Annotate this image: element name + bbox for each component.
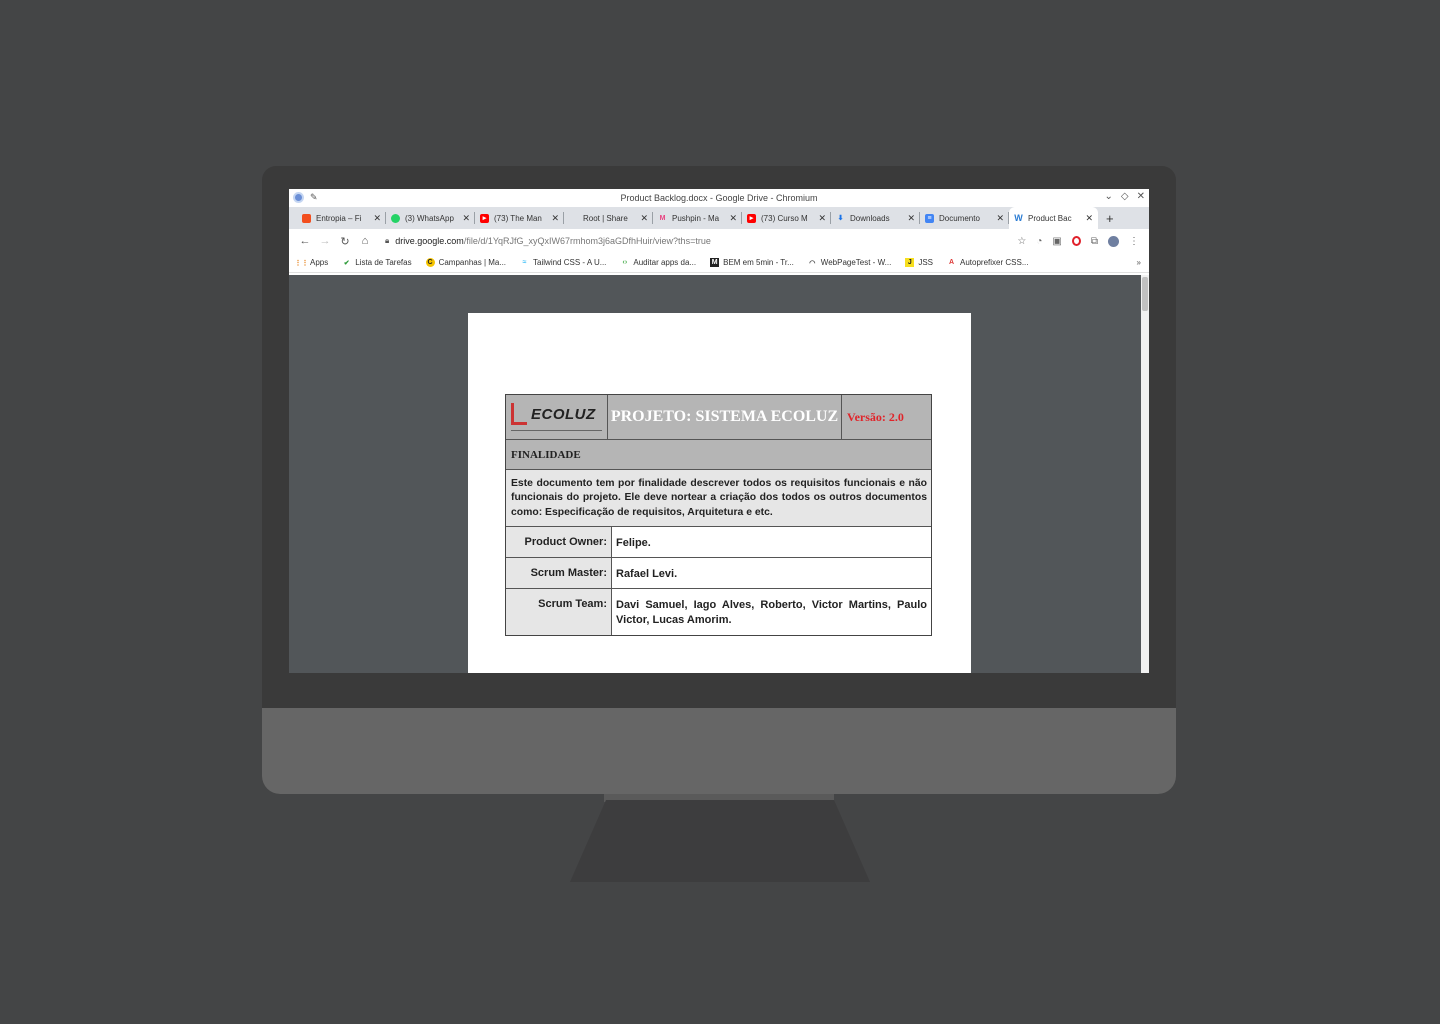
bookmark-autoprefixer[interactable]: A Autoprefixer CSS... — [947, 258, 1029, 267]
url-host: drive.google.com — [395, 236, 464, 246]
pushpin-icon: M — [659, 214, 666, 222]
gauge-icon: ◠ — [809, 259, 816, 267]
bookmark-webpagetest[interactable]: ◠ WebPageTest - W... — [808, 258, 891, 267]
reload-icon[interactable]: ↻ — [335, 235, 355, 248]
opera-icon[interactable] — [1071, 236, 1081, 246]
jss-icon: J — [905, 258, 915, 267]
tab-downloads[interactable]: ⬇ Downloads ✕ — [831, 207, 920, 229]
blank-icon — [569, 214, 578, 223]
monitor-stand-base — [570, 800, 870, 882]
bookmark-bem[interactable]: M BEM em 5min - Tr... — [710, 258, 794, 267]
download-icon: ⬇ — [837, 215, 844, 222]
bookmark-campanhas[interactable]: C Campanhas | Ma... — [425, 258, 506, 267]
field-row-scrum-team: Scrum Team: Davi Samuel, Iago Alves, Rob… — [506, 589, 931, 636]
check-icon: ✔ — [343, 259, 350, 267]
new-tab-button[interactable]: + — [1098, 207, 1122, 229]
project-title: PROJETO: SISTEMA ECOLUZ — [608, 395, 842, 439]
close-tab-icon[interactable]: ✕ — [462, 213, 470, 224]
field-value: Davi Samuel, Iago Alves, Roberto, Victor… — [616, 599, 927, 626]
youtube-icon: ▸ — [480, 213, 489, 223]
header-row: ECOLUZ PROJETO: SISTEMA ECOLUZ Versão: 2… — [506, 395, 931, 440]
apps-grid-icon: ⋮⋮ — [294, 259, 309, 267]
tailwind-icon: ≈ — [522, 259, 527, 266]
monitor-chin — [262, 708, 1176, 794]
tab-product-backlog[interactable]: W Product Bac ✕ — [1009, 207, 1098, 229]
docs-icon: ≡ — [925, 213, 934, 223]
close-tab-icon[interactable]: ✕ — [551, 213, 559, 224]
close-tab-icon[interactable]: ✕ — [818, 213, 826, 224]
close-window-icon[interactable]: ✕ — [1137, 191, 1145, 202]
description-text: Este documento tem por finalidade descre… — [506, 470, 931, 528]
lock-icon[interactable]: 🔒︎ — [385, 236, 389, 246]
tab-strip: Entropia – Fi ✕ (3) WhatsApp ✕ ▸ (73) Th… — [289, 207, 1149, 229]
whatsapp-icon — [391, 213, 400, 223]
forward-icon[interactable]: → — [315, 235, 335, 247]
close-tab-icon[interactable]: ✕ — [640, 213, 648, 224]
bookmarks-overflow-icon[interactable]: » — [1137, 258, 1141, 267]
youtube-icon: ▸ — [747, 213, 756, 223]
code-icon: ‹› — [622, 259, 628, 266]
menu-icon[interactable]: ⋮ — [1129, 236, 1139, 247]
close-tab-icon[interactable]: ✕ — [373, 213, 381, 224]
tab-documento[interactable]: ≡ Documento ✕ — [920, 207, 1009, 229]
bookmark-jss[interactable]: J JSS — [905, 258, 933, 267]
bookmark-tailwind[interactable]: ≈ Tailwind CSS - A U... — [520, 258, 607, 267]
browser-window: ✎ Product Backlog.docx - Google Drive - … — [289, 189, 1149, 673]
extension-icon[interactable]: ◔ — [1036, 236, 1042, 247]
bookmark-auditar[interactable]: ‹› Auditar apps da... — [620, 258, 697, 267]
document-page: ECOLUZ PROJETO: SISTEMA ECOLUZ Versão: 2… — [468, 313, 971, 673]
document-table: ECOLUZ PROJETO: SISTEMA ECOLUZ Versão: 2… — [505, 394, 932, 637]
address-bar[interactable]: 🔒︎ drive.google.com/file/d/1YqRJfG_xyQxI… — [385, 236, 1017, 246]
home-icon[interactable]: ⌂ — [355, 235, 375, 247]
tab-root-share[interactable]: Root | Share ✕ — [564, 207, 653, 229]
tab-pushpin[interactable]: M Pushpin - Ma ✕ — [653, 207, 742, 229]
field-row-scrum-master: Scrum Master: Rafael Levi. — [506, 558, 931, 590]
field-label: Product Owner: — [506, 527, 612, 558]
close-tab-icon[interactable]: ✕ — [996, 213, 1004, 224]
avatar[interactable] — [1108, 235, 1119, 247]
close-tab-icon[interactable]: ✕ — [729, 213, 737, 224]
document-viewer: ECOLUZ PROJETO: SISTEMA ECOLUZ Versão: 2… — [289, 275, 1149, 673]
campaign-icon: C — [425, 258, 435, 267]
tab-entropia[interactable]: Entropia – Fi ✕ — [297, 207, 386, 229]
tab-whatsapp[interactable]: (3) WhatsApp ✕ — [386, 207, 475, 229]
back-icon[interactable]: ← — [295, 235, 315, 247]
cast-icon[interactable]: ▣ — [1052, 236, 1061, 247]
field-value: Felipe. — [616, 537, 651, 550]
tab-youtube-curso[interactable]: ▸ (73) Curso M ✕ — [742, 207, 831, 229]
bookmark-star-icon[interactable]: ☆ — [1017, 236, 1026, 247]
bookmark-apps[interactable]: ⋮⋮ Apps — [294, 258, 329, 267]
word-icon: W — [1014, 213, 1023, 223]
medium-icon: M — [710, 258, 720, 267]
version-label: Versão: 2.0 — [847, 409, 904, 424]
autoprefixer-icon: A — [948, 259, 955, 266]
scrollbar-thumb[interactable] — [1142, 277, 1148, 311]
window-title: Product Backlog.docx - Google Drive - Ch… — [620, 193, 818, 203]
field-label: Scrum Master: — [506, 558, 612, 589]
section-heading: FINALIDADE — [506, 440, 931, 470]
minimize-icon[interactable]: ⌄ — [1105, 191, 1113, 202]
ecoluz-logo: ECOLUZ — [506, 395, 608, 439]
chromium-icon[interactable] — [293, 192, 304, 203]
bookmark-lista[interactable]: ✔ Lista de Tarefas — [342, 258, 412, 267]
url-path: /file/d/1YqRJfG_xyQxIW67rmhom3j6aGDfhHui… — [463, 236, 711, 246]
logo-mark-icon — [511, 403, 527, 425]
pin-icon[interactable]: ✎ — [310, 192, 318, 203]
field-row-product-owner: Product Owner: Felipe. — [506, 527, 931, 559]
figma-icon — [302, 213, 311, 223]
field-label: Scrum Team: — [506, 589, 612, 636]
maximize-icon[interactable]: ◇ — [1121, 191, 1129, 202]
vertical-scrollbar[interactable] — [1141, 275, 1149, 673]
field-value: Rafael Levi. — [616, 568, 678, 581]
bookmarks-bar: ⋮⋮ Apps ✔ Lista de Tarefas C Campanhas |… — [289, 253, 1149, 273]
close-tab-icon[interactable]: ✕ — [907, 213, 915, 224]
translate-icon[interactable]: ⧉ — [1091, 236, 1098, 247]
title-bar: ✎ Product Backlog.docx - Google Drive - … — [289, 189, 1149, 207]
tab-youtube-man[interactable]: ▸ (73) The Man ✕ — [475, 207, 564, 229]
close-tab-icon[interactable]: ✕ — [1085, 213, 1093, 224]
toolbar: ← → ↻ ⌂ 🔒︎ drive.google.com/file/d/1YqRJ… — [289, 229, 1149, 253]
